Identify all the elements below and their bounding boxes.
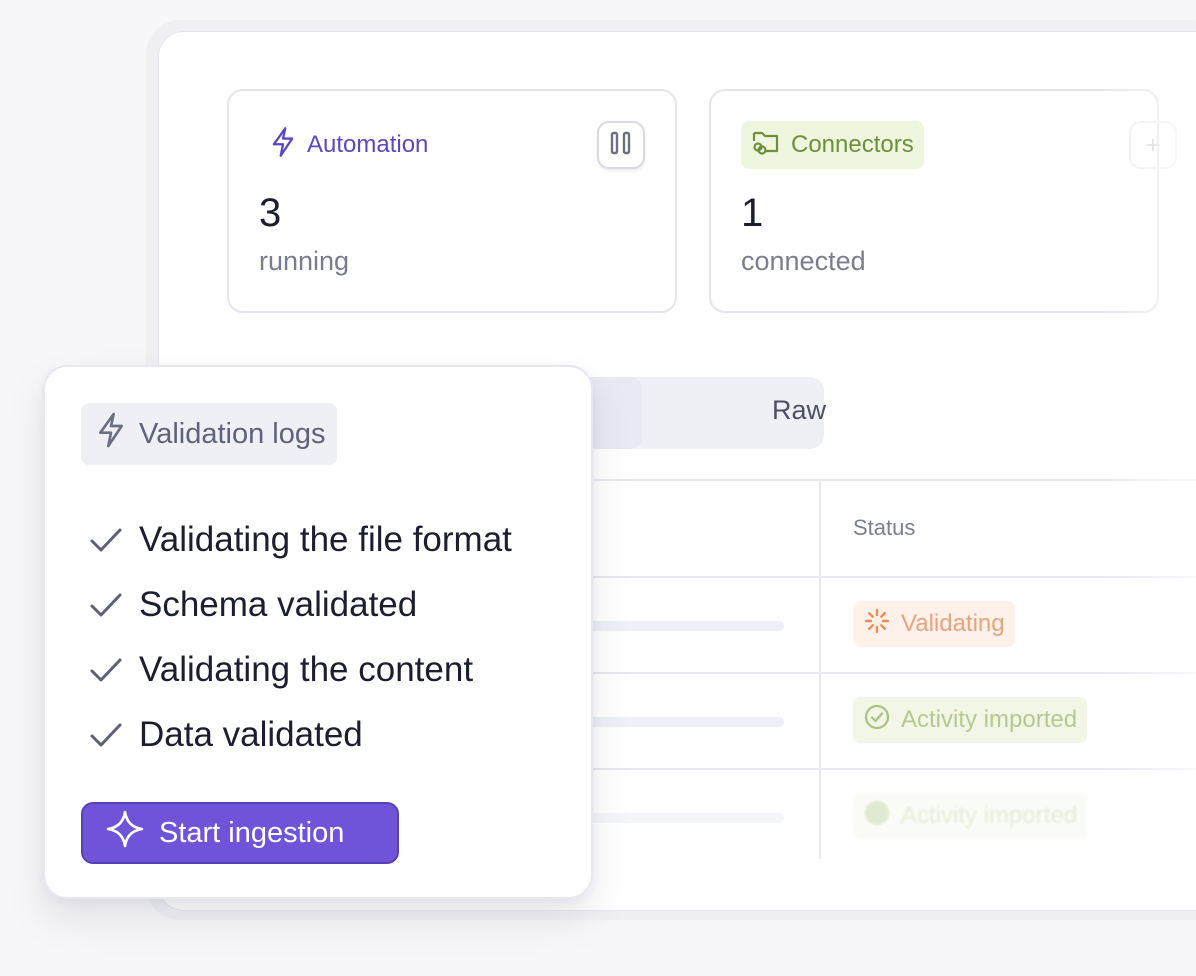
status-badge: Validating [853, 601, 1015, 647]
status-column-header: Status [853, 515, 916, 540]
list-item-label: Data validated [139, 714, 363, 754]
pause-button[interactable] [597, 121, 645, 169]
start-ingestion-label: Start ingestion [159, 816, 345, 849]
status-badge: Activity imported [853, 697, 1088, 743]
validation-checklist: Validating the file format Schema valida… [89, 507, 512, 767]
validation-logs-chip: Validation logs [81, 403, 338, 465]
automation-title: Automation [307, 131, 429, 158]
list-item: Validating the file format [89, 507, 512, 572]
folder-link-icon [751, 128, 781, 163]
start-ingestion-button[interactable]: Start ingestion [81, 802, 399, 864]
spinner-icon [863, 607, 891, 642]
check-circle-icon [863, 799, 891, 834]
automation-label: running [259, 246, 350, 276]
validation-logs-title: Validation logs [139, 417, 326, 450]
status-badge: Activity imported [853, 793, 1088, 839]
connectors-chip: Connectors [741, 121, 924, 169]
list-item-label: Schema validated [139, 584, 418, 624]
connectors-card[interactable]: Connectors + 1 connected [709, 89, 1177, 313]
status-text: Validating [901, 610, 1005, 637]
check-icon [89, 653, 139, 687]
list-item-label: Validating the file format [139, 519, 512, 559]
automation-chip: Automation [257, 121, 440, 169]
lightning-icon [269, 126, 297, 165]
connectors-title: Connectors [791, 131, 914, 158]
check-circle-icon [863, 703, 891, 738]
lightning-icon [95, 411, 127, 457]
list-item: Schema validated [89, 572, 512, 637]
placeholder-bar [584, 717, 784, 727]
pause-icon [609, 130, 633, 161]
automation-card[interactable]: Automation 3 running [227, 89, 677, 313]
add-connector-button[interactable]: + [1129, 121, 1177, 169]
check-icon [89, 588, 139, 622]
connectors-label: connected [741, 246, 866, 276]
connectors-count: 1 [741, 191, 764, 235]
status-text: Activity imported [901, 706, 1078, 733]
placeholder-bar [584, 813, 784, 823]
automation-count: 3 [259, 191, 282, 235]
status-text: Activity imported [901, 802, 1078, 829]
check-icon [89, 718, 139, 752]
validation-logs-card: Validation logs Validating the file form… [43, 365, 593, 899]
sparkle-icon [105, 809, 145, 857]
list-item: Validating the content [89, 637, 512, 702]
stage: Automation 3 running Connectors + 1 conn… [0, 0, 1196, 976]
tab-raw[interactable]: Raw [684, 395, 914, 426]
table-column-divider [819, 479, 821, 859]
list-item: Data validated [89, 702, 512, 767]
plus-icon: + [1145, 129, 1161, 160]
list-item-label: Validating the content [139, 649, 474, 689]
check-icon [89, 523, 139, 557]
placeholder-bar [584, 621, 784, 631]
